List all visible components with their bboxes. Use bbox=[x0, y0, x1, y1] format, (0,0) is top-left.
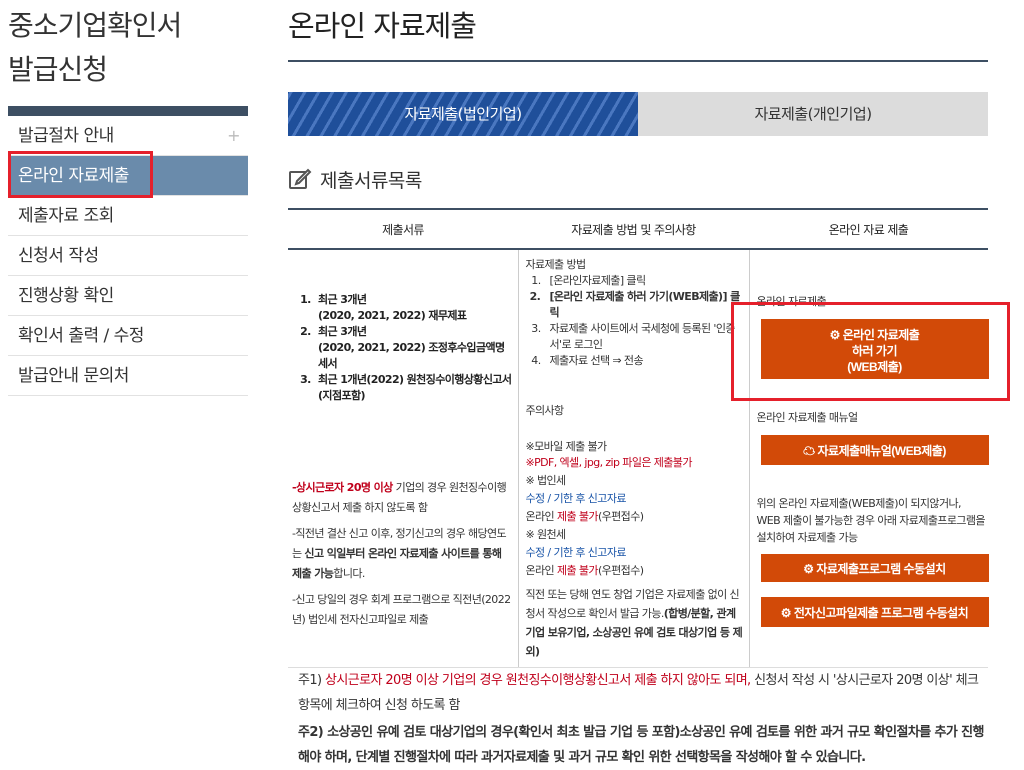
list-item: 최근 3개년 (2020, 2021, 2022) 조정후수입금액명세서 bbox=[314, 324, 514, 372]
document-list: 최근 3개년 (2020, 2021, 2022) 재무제표 최근 3개년 (2… bbox=[292, 292, 514, 404]
note-same-day: -신고 당일의 경우 회계 프로그램으로 직전년(2022년) 법인세 전자신고… bbox=[292, 593, 511, 626]
sidebar-item-label: 확인서 출력 / 수정 bbox=[18, 326, 144, 346]
list-item: [온라인 자료제출 하러 가기(WEB제출)] 클릭 bbox=[544, 289, 744, 321]
online-status: 온라인 제출 불가(우편접수) bbox=[525, 510, 645, 523]
install-program-button[interactable]: ⚙ 자료제출프로그램 수동설치 bbox=[760, 554, 989, 582]
corp-tax-label: ※ 법인세 bbox=[525, 474, 567, 487]
startup-note: 직전 또는 당해 연도 창업 기업은 자료제출 없이 신청서 작성으로 확인서 … bbox=[525, 588, 743, 658]
sidebar-item-label: 신청서 작성 bbox=[18, 246, 99, 266]
sidebar-item-print[interactable]: 확인서 출력 / 수정 bbox=[8, 316, 248, 356]
plus-icon[interactable]: + bbox=[227, 116, 240, 156]
highlight-box-sidebar bbox=[8, 151, 153, 198]
file-type-notice: ※PDF, 엑셀, jpg, zip 파일은 제출불가 bbox=[525, 456, 693, 469]
footnote-1: 주1) 상시근로자 20명 이상 기업의 경우 원천징수이행상황신고서 제출 하… bbox=[298, 673, 979, 713]
list-item: 자료제출 사이트에서 국세청에 등록된 '인증서'로 로그인 bbox=[544, 321, 744, 353]
sidebar-item-label: 제출자료 조회 bbox=[18, 206, 114, 226]
sidebar-title: 중소기업확인서 발급신청 bbox=[8, 9, 182, 86]
footnotes: 주1) 상시근로자 20명 이상 기업의 경우 원천징수이행상황신고서 제출 하… bbox=[288, 668, 988, 770]
amend-label: 수정 / 기한 후 신고자료 bbox=[525, 492, 627, 505]
sidebar-divider bbox=[8, 106, 248, 116]
tab-bar: 자료제출(법인기업) 자료제출(개인기업) bbox=[288, 92, 988, 136]
list-item: [온라인자료제출] 클릭 bbox=[544, 273, 744, 289]
sidebar: 중소기업확인서 발급신청 발급절차 안내 + 온라인 자료제출 제출자료 조회 … bbox=[8, 0, 248, 396]
manual-label: 온라인 자료제출 매뉴얼 bbox=[756, 411, 859, 424]
method-steps: [온라인자료제출] 클릭 [온라인 자료제출 하러 가기(WEB제출)] 클릭 … bbox=[526, 273, 744, 369]
sidebar-item-guide[interactable]: 발급절차 안내 + bbox=[8, 116, 248, 156]
title-divider bbox=[288, 60, 988, 62]
footnote-2: 주2) 소상공인 유예 검토 대상기업의 경우(확인서 최초 발급 기업 등 포… bbox=[298, 725, 984, 765]
cloud-download-icon: ☁ bbox=[803, 444, 818, 458]
amend-label: 수정 / 기한 후 신고자료 bbox=[525, 546, 627, 559]
note-headcount: -상시근로자 20명 이상 기업의 경우 원천징수이행상황신고서 제출 하지 않… bbox=[292, 481, 507, 514]
gear-icon: ⚙ bbox=[803, 562, 817, 576]
sidebar-item-progress[interactable]: 진행상황 확인 bbox=[8, 276, 248, 316]
section-header: 제출서류목록 bbox=[288, 164, 988, 194]
gear-icon: ⚙ bbox=[780, 606, 794, 620]
mobile-notice: ※모바일 제출 불가 bbox=[525, 440, 608, 453]
tab-corporate[interactable]: 자료제출(법인기업) bbox=[288, 92, 638, 136]
tab-individual[interactable]: 자료제출(개인기업) bbox=[638, 92, 988, 136]
method-title: 자료제출 방법 bbox=[525, 258, 587, 271]
list-item: 제출자료 선택 ⇒ 전송 bbox=[544, 353, 744, 369]
sidebar-item-label: 진행상황 확인 bbox=[18, 286, 114, 306]
sidebar-item-application[interactable]: 신청서 작성 bbox=[8, 236, 248, 276]
manual-button[interactable]: ☁ 자료제출매뉴얼(WEB제출) bbox=[760, 435, 989, 465]
highlight-box-submit bbox=[731, 302, 1010, 401]
list-item: 최근 1개년(2022) 원천징수이행상황신고서 (지점포함) bbox=[314, 372, 514, 404]
table-cell-documents: 최근 3개년 (2020, 2021, 2022) 재무제표 최근 3개년 (2… bbox=[288, 249, 518, 668]
withholding-label: ※ 원천세 bbox=[525, 528, 567, 541]
table-header: 제출서류 bbox=[288, 208, 518, 250]
list-item: 최근 3개년 (2020, 2021, 2022) 재무제표 bbox=[314, 292, 514, 324]
caution-title: 주의사항 bbox=[525, 404, 565, 417]
online-status: 온라인 제출 불가(우편접수) bbox=[525, 564, 645, 577]
note-filing: -직전년 결산 신고 이후, 정기신고의 경우 해당연도는 신고 익일부터 온라… bbox=[292, 527, 507, 580]
sidebar-item-label: 발급절차 안내 bbox=[18, 126, 114, 146]
section-title: 제출서류목록 bbox=[320, 169, 422, 192]
documents-table: 제출서류 자료제출 방법 및 주의사항 온라인 자료 제출 최근 3개년 (20… bbox=[288, 208, 989, 668]
sidebar-item-submitted-lookup[interactable]: 제출자료 조회 bbox=[8, 196, 248, 236]
sidebar-item-label: 발급안내 문의처 bbox=[18, 366, 129, 386]
sidebar-item-contact[interactable]: 발급안내 문의처 bbox=[8, 356, 248, 396]
table-header: 자료제출 방법 및 주의사항 bbox=[518, 208, 749, 250]
table-cell-method: 자료제출 방법 [온라인자료제출] 클릭 [온라인 자료제출 하러 가기(WEB… bbox=[517, 249, 749, 668]
page-title: 온라인 자료제출 bbox=[288, 9, 477, 43]
fallback-text: 위의 온라인 자료제출(WEB제출)이 되지않거나, WEB 제출이 불가능한 … bbox=[756, 497, 986, 544]
edit-icon bbox=[289, 168, 312, 189]
table-header: 온라인 자료 제출 bbox=[749, 208, 988, 250]
efile-program-button[interactable]: ⚙ 전자신고파일제출 프로그램 수동설치 bbox=[760, 597, 989, 627]
